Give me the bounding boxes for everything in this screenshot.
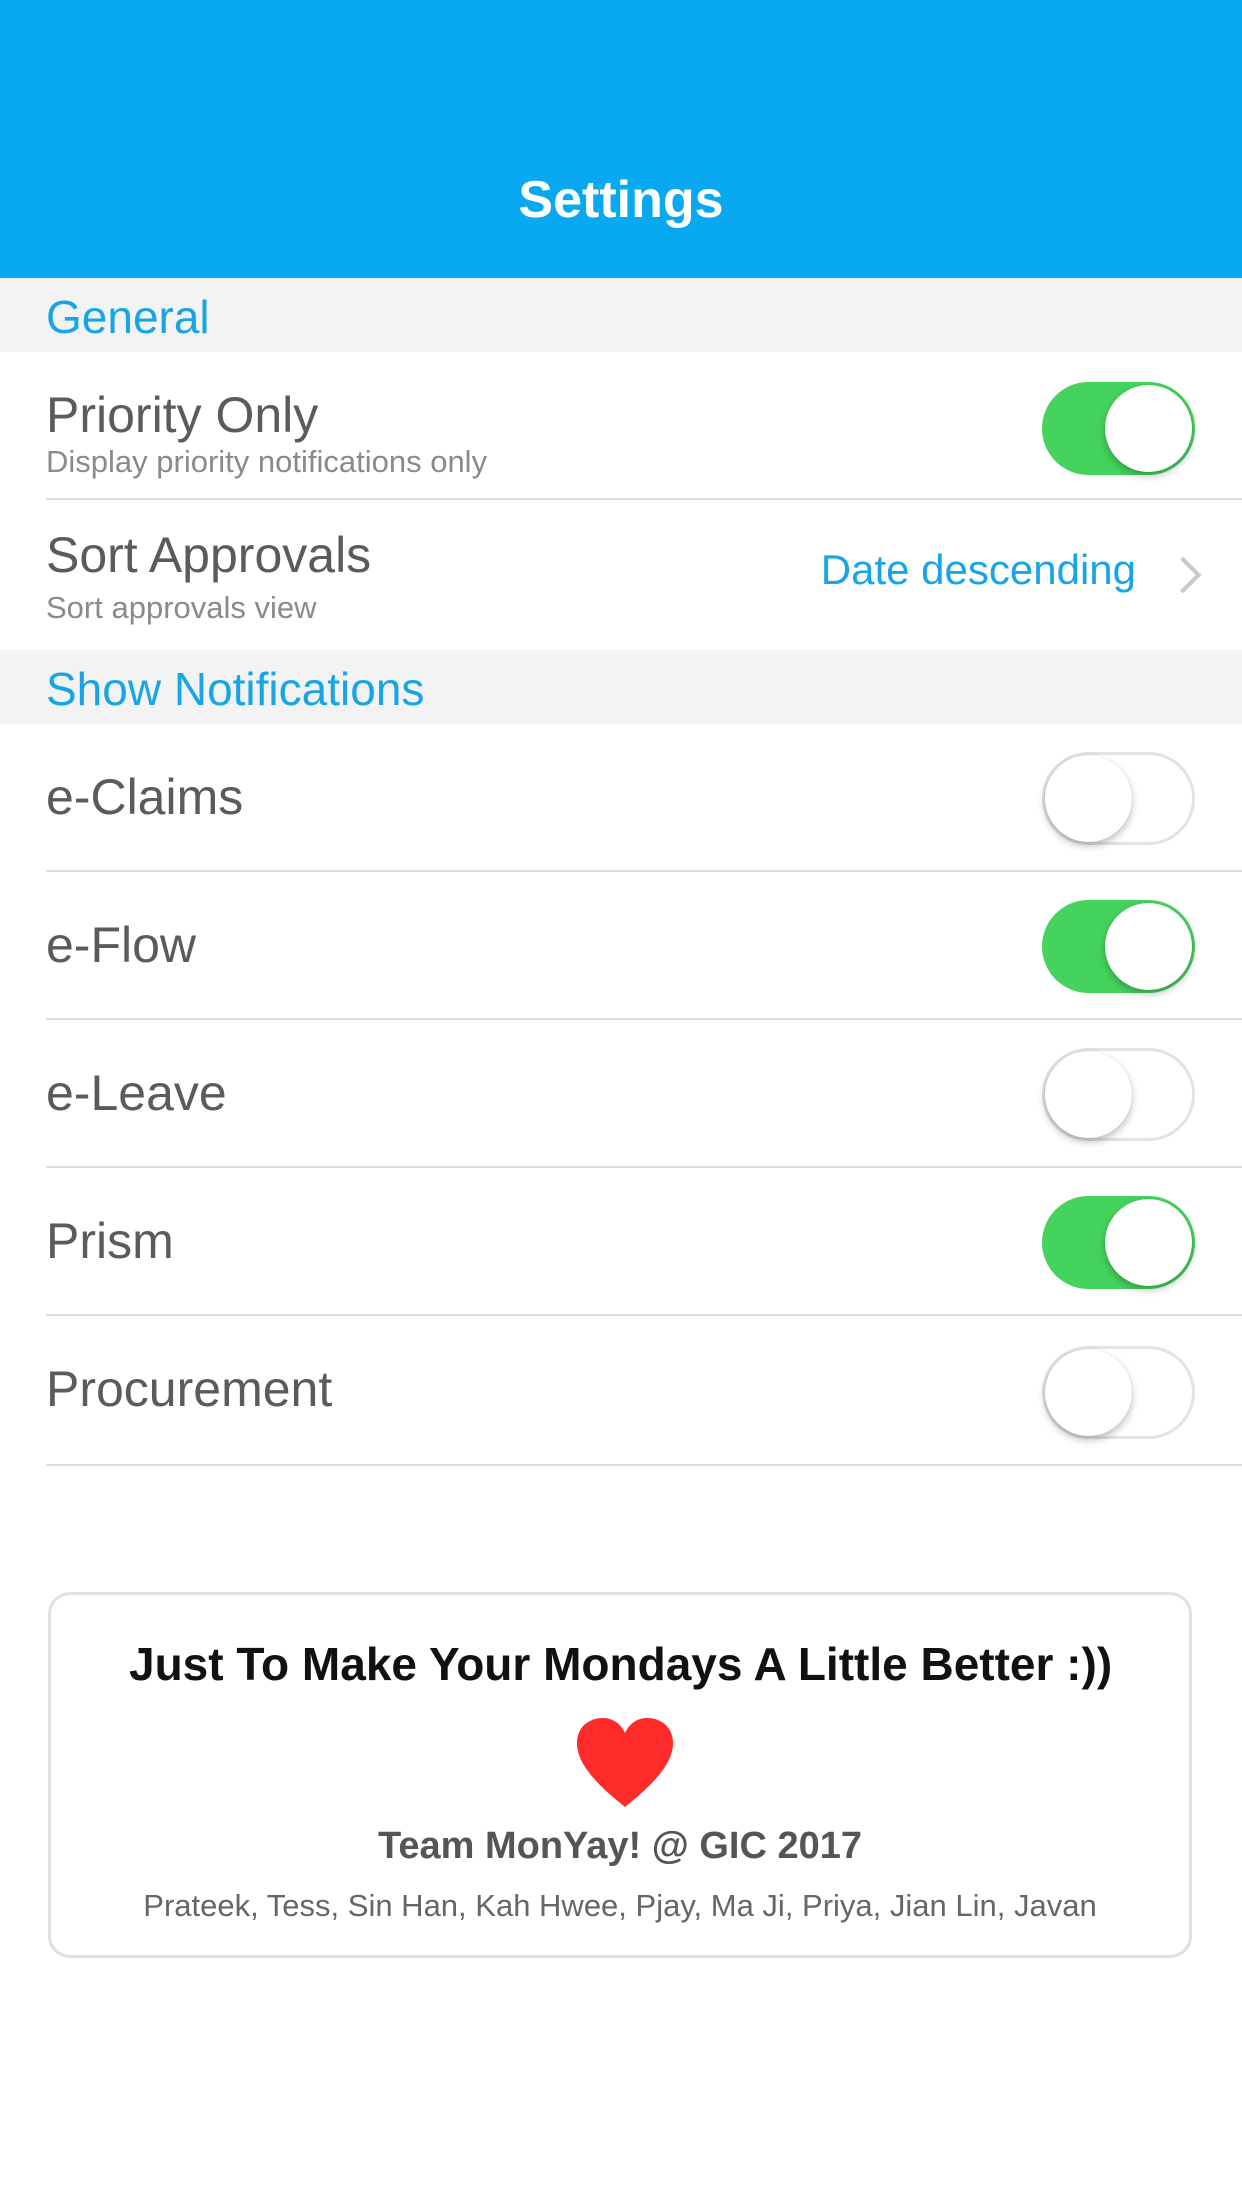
notification-row-procurement: Procurement <box>0 1316 1242 1466</box>
notification-row-e-leave: e-Leave <box>0 1020 1242 1168</box>
procurement-toggle[interactable] <box>1042 1346 1195 1439</box>
sort-approvals-row[interactable]: Sort Approvals Sort approvals view Date … <box>0 500 1242 650</box>
notification-row-e-claims: e-Claims <box>0 724 1242 872</box>
credits-team: Team MonYay! @ GIC 2017 <box>377 1825 863 1867</box>
notification-label: e-Flow <box>46 917 197 973</box>
e-flow-toggle[interactable] <box>1042 900 1195 993</box>
e-claims-toggle[interactable] <box>1042 752 1195 845</box>
section-label: Show Notifications <box>46 663 425 715</box>
section-header-general: General <box>0 278 1242 352</box>
sort-approvals-label: Sort Approvals <box>46 527 372 583</box>
sort-approvals-value[interactable]: Date descending <box>821 546 1136 594</box>
notification-row-prism: Prism <box>0 1168 1242 1316</box>
toggle-knob <box>1105 903 1192 990</box>
notification-label: e-Leave <box>46 1065 227 1121</box>
priority-only-row: Priority Only Display priority notificat… <box>0 352 1242 500</box>
toggle-knob <box>1045 1051 1132 1138</box>
prism-toggle[interactable] <box>1042 1196 1195 1289</box>
notification-row-e-flow: e-Flow <box>0 872 1242 1020</box>
notification-label: Prism <box>46 1213 174 1269</box>
credits-card: Just To Make Your Mondays A Little Bette… <box>48 1592 1192 1958</box>
credits-title: Just To Make Your Mondays A Little Bette… <box>129 1638 1113 1690</box>
toggle-knob <box>1105 385 1192 472</box>
notification-label: e-Claims <box>46 769 244 825</box>
notification-label: Procurement <box>46 1361 333 1417</box>
toggle-knob <box>1045 1349 1132 1436</box>
priority-only-toggle[interactable] <box>1042 382 1195 475</box>
section-label: General <box>46 291 210 343</box>
priority-only-subtitle: Display priority notifications only <box>46 444 488 479</box>
nav-bar: Settings <box>0 0 1242 278</box>
priority-only-label: Priority Only <box>46 387 319 443</box>
credits-names: Prateek, Tess, Sin Han, Kah Hwee, Pjay, … <box>143 1888 1097 1923</box>
sort-approvals-subtitle: Sort approvals view <box>46 590 317 625</box>
heart-icon <box>577 1718 673 1807</box>
page-title: Settings <box>518 171 724 229</box>
toggle-knob <box>1105 1199 1192 1286</box>
divider <box>46 1464 1242 1466</box>
e-leave-toggle[interactable] <box>1042 1048 1195 1141</box>
toggle-knob <box>1045 755 1132 842</box>
chevron-right-icon[interactable] <box>1164 556 1202 594</box>
section-header-notifications: Show Notifications <box>0 650 1242 724</box>
